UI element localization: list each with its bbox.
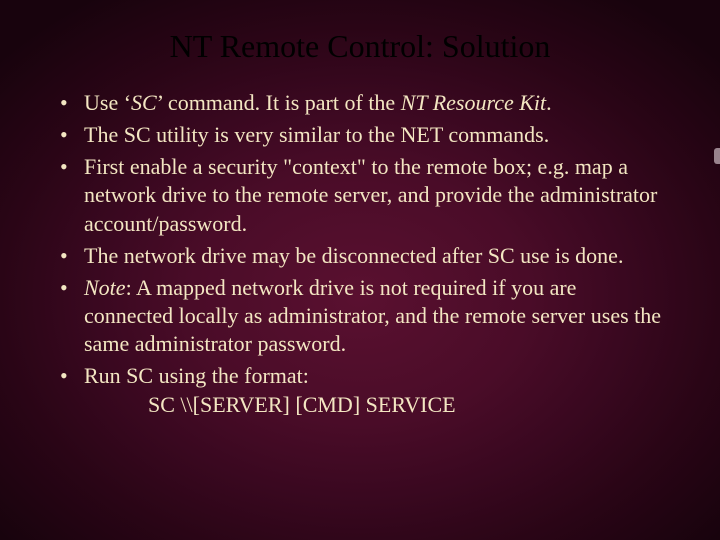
text: The SC utility is very similar to the NE… bbox=[84, 122, 549, 147]
text: Use ‘ bbox=[84, 90, 131, 115]
bullet-item: The SC utility is very similar to the NE… bbox=[84, 121, 670, 149]
bullet-item: The network drive may be disconnected af… bbox=[84, 242, 670, 270]
slide: NT Remote Control: Solution Use ‘SC’ com… bbox=[0, 0, 720, 540]
note-emphasis: Note bbox=[84, 275, 126, 300]
bullet-item: Run SC using the format: SC \\[SERVER] [… bbox=[84, 362, 670, 418]
text: . bbox=[546, 90, 552, 115]
text: First enable a security "context" to the… bbox=[84, 154, 657, 235]
bullet-item: Use ‘SC’ command. It is part of the NT R… bbox=[84, 89, 670, 117]
text: Run SC using the format: bbox=[84, 363, 309, 388]
sc-emphasis: SC bbox=[131, 90, 157, 115]
text: The network drive may be disconnected af… bbox=[84, 243, 623, 268]
command-format: SC \\[SERVER] [CMD] SERVICE bbox=[84, 391, 670, 419]
edge-notch bbox=[714, 148, 720, 164]
bullet-list: Use ‘SC’ command. It is part of the NT R… bbox=[50, 89, 670, 419]
text: ’ command. It is part of the bbox=[157, 90, 401, 115]
bullet-item: Note: A mapped network drive is not requ… bbox=[84, 274, 670, 358]
kit-emphasis: NT Resource Kit bbox=[401, 90, 546, 115]
slide-title: NT Remote Control: Solution bbox=[50, 28, 670, 65]
text: : A mapped network drive is not required… bbox=[84, 275, 661, 356]
bullet-item: First enable a security "context" to the… bbox=[84, 153, 670, 237]
